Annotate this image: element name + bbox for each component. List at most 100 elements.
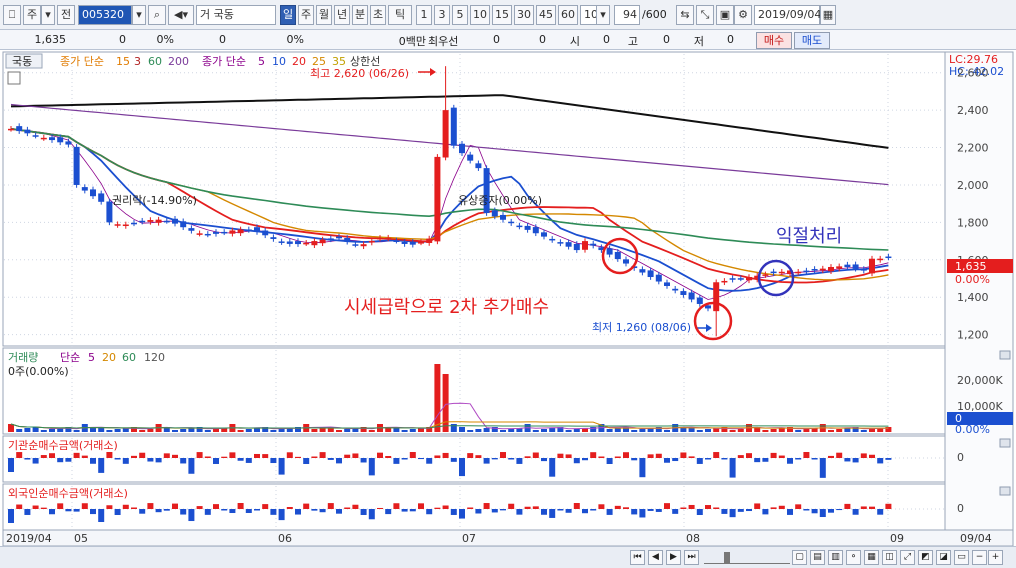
settings-arrows-icon[interactable]: ⇆ [676,5,694,25]
candle-body [803,270,810,273]
net-buy-bar [418,458,424,460]
net-buy-bar [705,458,711,460]
priority-ask: 0 [493,33,500,46]
tool-icon-3[interactable]: ▥ [828,550,843,565]
period-year[interactable]: 년 [334,5,350,25]
tool-icon-10[interactable]: ▭ [954,550,969,565]
foreign-panel-expand-icon[interactable] [999,486,1011,496]
tool-icon-8[interactable]: ◩ [918,550,933,565]
net-buy-bar [590,509,597,511]
stock-code-input[interactable]: 005320 [78,5,132,25]
grid-toggle-icon[interactable] [7,71,21,85]
net-buy-bar [672,509,679,514]
tool-icon-4[interactable]: ⚬ [846,550,861,565]
interval-dropdown-icon[interactable]: ▾ [596,5,610,25]
net-buy-bar [696,509,703,515]
interval-5[interactable]: 5 [452,5,468,25]
net-buy-bar [434,455,441,458]
candle-body [729,278,736,280]
zoom-out-icon[interactable]: − [972,550,987,565]
net-buy-bar [524,506,531,509]
code-dropdown-icon[interactable]: ▾ [132,5,146,25]
search-icon[interactable]: ⌕ [148,5,166,25]
scroll-end-icon[interactable]: ⏭ [684,550,699,565]
net-buy-bar [500,509,506,511]
interval-15[interactable]: 15 [492,5,512,25]
volume-bar [869,429,875,432]
count-input[interactable]: 94 [614,5,640,25]
volume-bar [508,429,515,432]
stock-chart[interactable]: 국동 종가 단순 15 3 60 200 종가 단순 5 10 20 25 35… [0,50,1016,546]
net-buy-bar [311,509,318,511]
interval-45[interactable]: 45 [536,5,556,25]
interval-30[interactable]: 30 [514,5,534,25]
candle-body [319,239,326,244]
tool-icon-6[interactable]: ◫ [882,550,897,565]
net-buy-bar [40,507,47,509]
candle-body [286,241,293,244]
save-icon[interactable]: ▣ [716,5,734,25]
net-buy-bar [778,505,785,509]
sound-icon[interactable]: ◀▾ [168,5,194,25]
stock-name-field[interactable]: 거 국동 [196,5,276,25]
net-buy-bar [516,458,523,464]
net-buy-bar [614,456,621,458]
market-select[interactable]: 주 [23,5,41,25]
tool-icon-7[interactable]: ⤢ [900,550,915,565]
sell-button[interactable]: 매도 [794,32,830,49]
net-buy-bar [795,458,802,460]
interval-1[interactable]: 1 [416,5,432,25]
net-buy-bar [844,458,851,462]
date-input[interactable]: 2019/09/04 [754,5,821,25]
volume-bar [500,430,506,432]
period-month[interactable]: 월 [316,5,332,25]
scroll-prev-icon[interactable]: ◀ [648,550,663,565]
buy-button[interactable]: 매수 [756,32,792,49]
gear-icon[interactable]: ⚙ [734,5,752,25]
zoom-slider-handle[interactable] [724,552,730,564]
volume-panel-expand-icon[interactable] [999,350,1011,360]
tool-icon-2[interactable]: ▤ [810,550,825,565]
interval-10[interactable]: 10 [470,5,490,25]
institution-panel-expand-icon[interactable] [999,438,1011,448]
net-buy-bar [368,509,375,520]
period-minute[interactable]: 분 [352,5,368,25]
scroll-next-icon[interactable]: ▶ [666,550,681,565]
market-dropdown-icon[interactable]: ▾ [41,5,55,25]
window-menu-icon[interactable]: ⎕ [3,5,21,25]
net-buy-bar [729,458,736,478]
period-week[interactable]: 주 [298,5,314,25]
candle-body [360,244,367,247]
scroll-start-icon[interactable]: ⏮ [630,550,645,565]
period-day[interactable]: 일 [280,5,296,25]
period-second[interactable]: 초 [370,5,386,25]
prev-button[interactable]: 전 [57,5,75,25]
interval-3[interactable]: 3 [434,5,450,25]
stock-name-prefix: 거 [200,8,214,21]
period-tick[interactable]: 틱 [388,5,412,25]
high-value: 0 [663,33,670,46]
net-buy-bar [254,509,260,511]
net-buy-bar [81,455,88,458]
tool-icon-5[interactable]: ▦ [864,550,879,565]
low-value: 0 [727,33,734,46]
volume-tick-10000k: 10,000K [957,400,1003,413]
volume-ma-20: 20 [102,351,116,364]
event-rights-issue: 유상증자(0.00%) [458,194,542,207]
tool-icon-1[interactable]: ▢ [792,550,807,565]
tool-icon-9[interactable]: ◪ [936,550,951,565]
net-buy-bar [270,458,277,464]
interval-60[interactable]: 60 [558,5,578,25]
calendar-icon[interactable]: ▦ [820,5,836,25]
zoom-in-icon[interactable]: + [988,550,1003,565]
net-buy-bar [155,509,162,513]
zoom-slider[interactable] [704,551,790,564]
zoom-icon[interactable]: ⤡ [696,5,714,25]
net-buy-bar [237,503,244,509]
volume-bar [24,428,31,432]
net-buy-bar [532,506,539,509]
volume-bar [90,428,96,432]
net-buy-bar [770,507,777,509]
volume-bar [336,430,342,432]
net-buy-bar [57,503,64,509]
